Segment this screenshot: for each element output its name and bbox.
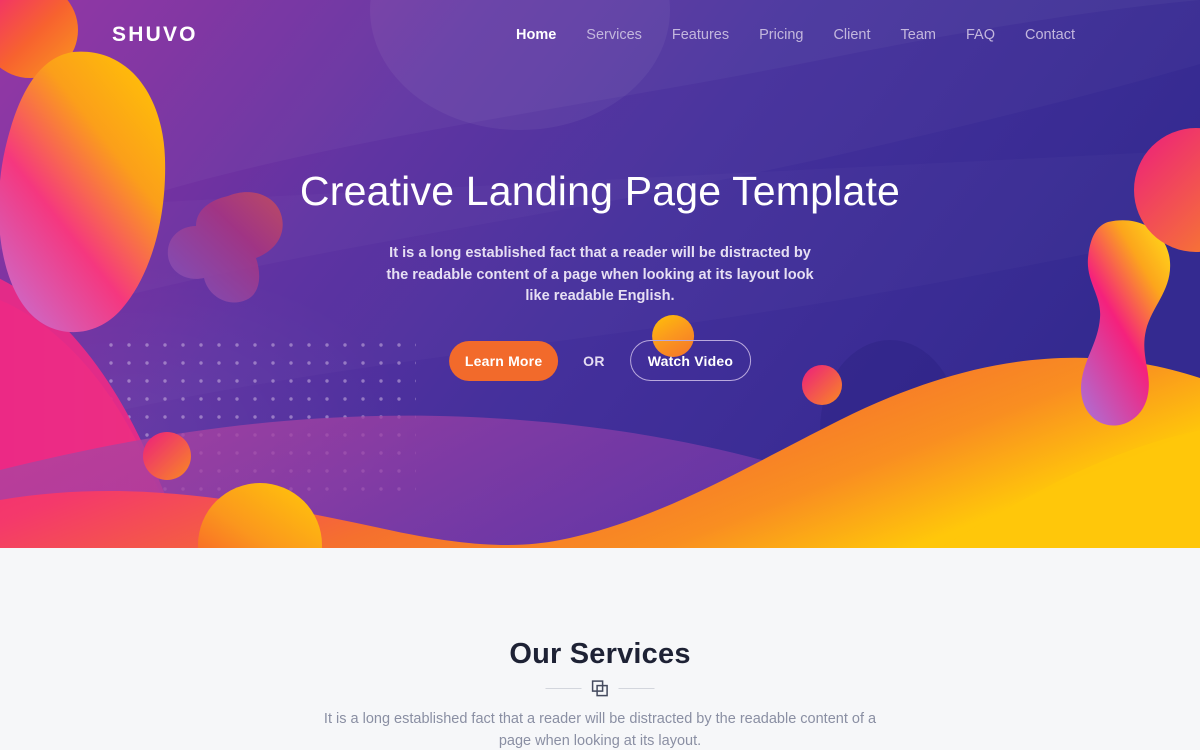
services-subtitle: It is a long established fact that a rea… (323, 711, 877, 749)
nav-item-contact: Contact (1010, 26, 1090, 45)
main-navbar: SHUVO Home Services Features Pricing Cli… (0, 0, 1200, 72)
nav-link-client[interactable]: Client (818, 26, 885, 45)
clone-icon (591, 680, 608, 697)
nav-link-services[interactable]: Services (571, 26, 657, 45)
divider-line-right (618, 688, 655, 689)
section-divider (545, 680, 655, 697)
nav-item-team: Team (886, 26, 951, 45)
nav-item-pricing: Pricing (744, 26, 818, 45)
nav-link-contact[interactable]: Contact (1010, 26, 1090, 45)
nav-menu: Home Services Features Pricing Client Te… (501, 26, 1090, 45)
hero-cta-group: Learn More OR Watch Video (449, 315, 751, 381)
cta-separator-label: OR (583, 352, 605, 369)
watch-video-button[interactable]: Watch Video (629, 340, 751, 381)
learn-more-button[interactable]: Learn More (449, 340, 559, 381)
services-section: Our Services It is a long established fa… (0, 548, 1200, 750)
nav-link-faq[interactable]: FAQ (951, 26, 1010, 45)
nav-link-features[interactable]: Features (657, 26, 744, 45)
landing-page: SHUVO Home Services Features Pricing Cli… (0, 0, 1200, 750)
nav-link-pricing[interactable]: Pricing (744, 26, 818, 45)
nav-item-home: Home (501, 26, 571, 45)
nav-link-home[interactable]: Home (501, 26, 571, 45)
nav-item-client: Client (818, 26, 885, 45)
hero-title: Creative Landing Page Template (299, 168, 901, 214)
hero-subtitle: It is a long established fact that a rea… (386, 245, 814, 304)
watch-video-wrapper: Watch Video (629, 315, 751, 381)
nav-item-faq: FAQ (951, 26, 1010, 45)
divider-line-left (545, 688, 582, 689)
nav-item-features: Features (657, 26, 744, 45)
hero-section: SHUVO Home Services Features Pricing Cli… (0, 0, 1200, 548)
nav-item-services: Services (571, 26, 657, 45)
nav-link-team[interactable]: Team (886, 26, 951, 45)
hero-content: SHUVO Home Services Features Pricing Cli… (0, 0, 1200, 548)
services-title: Our Services (509, 638, 691, 670)
site-logo[interactable]: SHUVO (112, 23, 198, 47)
